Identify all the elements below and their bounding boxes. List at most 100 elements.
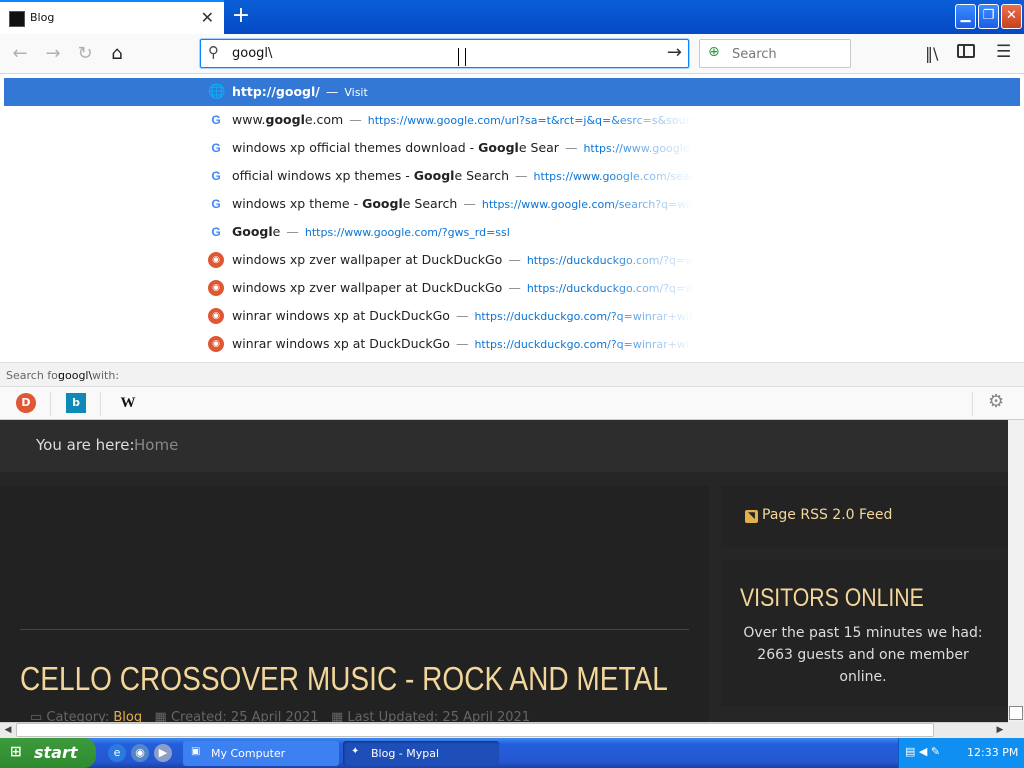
- mypal-icon: ✦: [351, 746, 360, 757]
- reload-icon[interactable]: ↻: [74, 43, 96, 64]
- search-engine-icon: ⊕: [708, 44, 720, 60]
- system-tray: ▤ ◀ ✎ 12:33 PM: [898, 738, 1024, 768]
- autocomplete-url: Visit: [344, 86, 368, 99]
- separator: —: [515, 168, 528, 183]
- url-input[interactable]: googl\: [232, 46, 272, 61]
- separator: —: [508, 280, 521, 295]
- category-link[interactable]: Blog: [113, 710, 142, 722]
- back-arrow-icon[interactable]: ←: [9, 43, 31, 64]
- scroll-corner: [1008, 722, 1024, 738]
- breadcrumb-home-link[interactable]: Home: [134, 436, 178, 454]
- autocomplete-title: Google — https://www.google.com/?gws_rd=ss…: [232, 224, 510, 239]
- gear-icon[interactable]: ⚙: [988, 391, 1004, 412]
- duckduckgo-engine-button[interactable]: D: [16, 393, 36, 413]
- google-icon: G: [211, 197, 221, 211]
- sidebar-icon[interactable]: [957, 44, 975, 58]
- search-for-term: googl\: [58, 369, 93, 382]
- hamburger-menu-icon[interactable]: ☰: [996, 42, 1011, 62]
- browser-quicklaunch-icon[interactable]: ◉: [131, 744, 149, 762]
- taskbar-item-blog-mypal[interactable]: ✦ Blog - Mypal: [343, 741, 499, 766]
- autocomplete-row[interactable]: ◉winrar windows xp at DuckDuckGo—https:/…: [4, 330, 1020, 358]
- autocomplete-url: https://www.google.com/?gws_rd=ssl: [304, 226, 510, 239]
- library-icon[interactable]: ‖\: [925, 44, 938, 63]
- clock: 12:33 PM: [967, 746, 1019, 759]
- visitors-text: Over the past 15 minutes we had: 2663 gu…: [743, 625, 983, 685]
- category-label: Category:: [46, 710, 110, 722]
- one-off-engines: D b W ⚙: [0, 386, 1024, 420]
- wikipedia-engine-button[interactable]: W: [118, 393, 138, 413]
- title-match: Googl: [362, 196, 403, 211]
- search-icon: ⚲: [208, 43, 219, 61]
- title-text: windows xp zver wallpaper at DuckDuckGo: [232, 252, 503, 267]
- taskbar: ⊞ start e ◉ ▶ ▣ My Computer ✦ Blog - Myp…: [0, 738, 1024, 768]
- overflow-fade: [604, 330, 1020, 358]
- horizontal-scroll-thumb[interactable]: [16, 723, 934, 737]
- start-button[interactable]: ⊞ start: [0, 738, 96, 768]
- minimize-button[interactable]: ▁: [955, 4, 976, 29]
- nav-bar: ← → ↻ ⌂ ⚲ googl\ → ⊕ Search ‖\ ☰: [0, 34, 1024, 74]
- title-text: www.: [232, 112, 266, 127]
- tab-blog[interactable]: Blog ✕: [0, 0, 224, 34]
- media-player-icon[interactable]: ▶: [154, 744, 172, 762]
- url-bar[interactable]: ⚲ googl\ →: [200, 39, 689, 68]
- google-icon: G: [211, 225, 221, 239]
- home-icon[interactable]: ⌂: [106, 43, 128, 64]
- tab-bar: Blog ✕ + ▁ ❐ ✕: [0, 0, 1024, 34]
- tray-icons[interactable]: ▤ ◀ ✎: [905, 745, 940, 758]
- vertical-scrollbar[interactable]: [1008, 420, 1024, 722]
- search-placeholder: Search: [732, 47, 777, 62]
- start-label: start: [34, 743, 78, 762]
- article-title[interactable]: CELLO CROSSOVER MUSIC - ROCK AND METAL: [20, 660, 668, 698]
- divider: [50, 392, 51, 416]
- forward-arrow-icon[interactable]: →: [42, 43, 64, 64]
- autocomplete-row[interactable]: 🌐 http://googl/ — Visit: [4, 78, 1020, 106]
- separator: —: [455, 308, 469, 323]
- search-input[interactable]: ⊕ Search: [699, 39, 851, 68]
- maximize-button[interactable]: ❐: [978, 4, 999, 29]
- scroll-down-button[interactable]: [1009, 706, 1023, 720]
- google-icon: G: [211, 169, 221, 183]
- scroll-right-icon[interactable]: ▶: [992, 723, 1008, 737]
- autocomplete-row[interactable]: G Google — https://www.google.com/?gws_rd=s…: [4, 218, 1020, 246]
- bing-engine-button[interactable]: b: [66, 393, 86, 413]
- visitors-title: VISITORS ONLINE: [740, 584, 924, 612]
- updated-date: Last Updated: 25 April 2021: [347, 710, 531, 722]
- title-match: googl: [265, 112, 305, 127]
- autocomplete-row[interactable]: ◉ windows xp zver wallpaper at DuckDuckGo…: [4, 274, 1020, 302]
- separator: —: [286, 224, 299, 239]
- article-panel: CELLO CROSSOVER MUSIC - ROCK AND METAL ▭…: [0, 486, 709, 722]
- go-arrow-icon[interactable]: →: [667, 42, 682, 63]
- title-text: winrar windows xp at DuckDuckGo: [232, 336, 450, 351]
- taskbar-item-my-computer[interactable]: ▣ My Computer: [183, 741, 339, 766]
- title-text: winrar windows xp at DuckDuckGo: [232, 308, 450, 323]
- autocomplete-row[interactable]: Gwindows xp official themes download - G…: [4, 134, 1020, 162]
- autocomplete-row[interactable]: Gofficial windows xp themes - Google Sea…: [4, 162, 1020, 190]
- title-text: windows xp zver wallpaper at DuckDuckGo: [232, 280, 503, 295]
- visitors-panel: VISITORS ONLINE Over the past 15 minutes…: [721, 560, 1008, 706]
- overflow-fade: [604, 190, 1020, 218]
- rss-icon: ◥: [745, 510, 758, 523]
- title-match: http://googl/: [232, 84, 320, 99]
- scroll-left-icon[interactable]: ◀: [0, 723, 16, 737]
- title-text: e: [272, 224, 281, 239]
- close-tab-icon[interactable]: ✕: [201, 8, 214, 27]
- autocomplete-row[interactable]: Gwindows xp theme - Google Search—https:…: [4, 190, 1020, 218]
- task-label: My Computer: [211, 747, 286, 760]
- title-match: Googl: [413, 168, 455, 183]
- title-text: windows xp theme -: [232, 196, 363, 211]
- internet-explorer-icon[interactable]: e: [108, 744, 126, 762]
- separator: —: [463, 196, 476, 211]
- autocomplete-row[interactable]: ◉ windows xp zver wallpaper at DuckDuckGo…: [4, 246, 1020, 274]
- new-tab-button[interactable]: +: [230, 3, 252, 29]
- folder-icon: ▭: [30, 710, 47, 722]
- rss-panel: ◥ Page RSS 2.0 Feed: [721, 486, 1008, 548]
- title-text: e Search: [454, 168, 510, 183]
- autocomplete-row[interactable]: Gwww.google.com — https://www.google.com/u…: [4, 106, 1020, 134]
- google-icon: G: [211, 113, 221, 127]
- title-text: e.com: [304, 112, 344, 127]
- autocomplete-row[interactable]: ◉winrar windows xp at DuckDuckGo—https:/…: [4, 302, 1020, 330]
- computer-icon: ▣: [191, 746, 201, 757]
- close-window-button[interactable]: ✕: [1001, 4, 1022, 29]
- rss-feed-link[interactable]: Page RSS 2.0 Feed: [762, 507, 892, 523]
- google-icon: G: [211, 141, 221, 155]
